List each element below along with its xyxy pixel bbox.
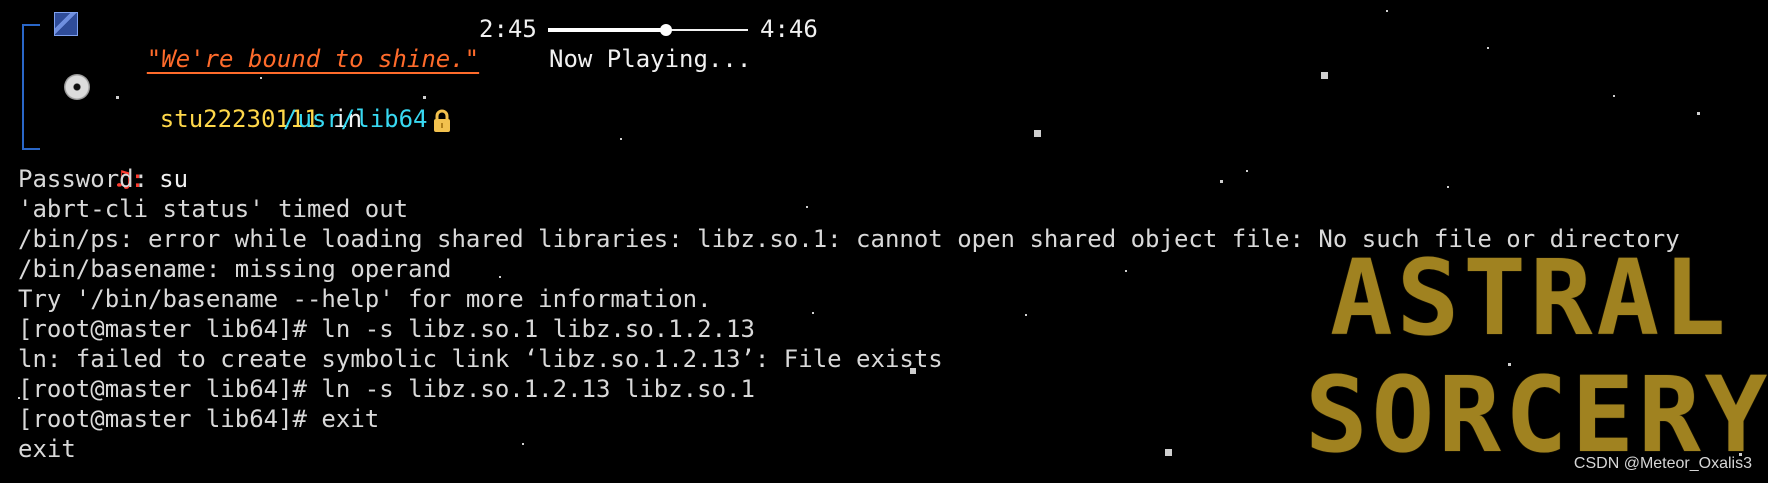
player-elapsed: 2:45 (479, 15, 537, 43)
watermark-line-1: ASTRAL (1330, 237, 1730, 359)
terminal-output-line: Password: (18, 165, 149, 193)
terminal-output-line: ln: failed to create symbolic link ‘libz… (18, 345, 943, 373)
terminal-output-line: [root@master lib64]# ln -s libz.so.1.2.1… (18, 375, 755, 403)
star-dot (1613, 95, 1615, 97)
progress-knob[interactable] (660, 24, 672, 36)
prompt-path: /usr/lib64 (283, 105, 428, 133)
star-dot (1321, 72, 1328, 79)
star-dot (1487, 47, 1489, 49)
star-dot (806, 206, 808, 208)
star-dot (1034, 130, 1041, 137)
star-dot (1025, 314, 1027, 316)
player-total: 4:46 (760, 15, 818, 43)
star-dot (1447, 186, 1449, 188)
lock-icon (434, 109, 450, 132)
credit-text: CSDN @Meteor_Oxalis3 (1573, 455, 1752, 472)
space-badge-icon (54, 12, 78, 36)
disc-icon (64, 74, 90, 100)
star-dot (1125, 270, 1127, 272)
terminal-output-line: 'abrt-cli status' timed out (18, 195, 409, 223)
terminal-output-line: Try '/bin/basename --help' for more info… (18, 285, 712, 313)
star-dot (1165, 449, 1172, 456)
terminal-output-line: /bin/basename: missing operand (18, 255, 452, 283)
terminal-output-line: exit (18, 435, 76, 463)
playback-progress-bar[interactable] (548, 24, 748, 36)
progress-fill (548, 28, 666, 32)
star-dot (522, 443, 524, 445)
star-dot (1697, 112, 1700, 115)
watermark-line-2: SORCERY (1305, 354, 1768, 476)
star-dot (499, 276, 501, 278)
prompt-frame (22, 24, 40, 150)
prompt-command: su (159, 165, 189, 193)
now-playing-text: Now Playing... (549, 45, 752, 73)
star-dot (1220, 180, 1223, 183)
terminal-window[interactable]: "We're bound to shine." 2:45 4:46 Now Pl… (0, 0, 1768, 483)
status-quote: "We're bound to shine." (146, 45, 480, 73)
terminal-output-line: [root@master lib64]# exit (18, 405, 380, 433)
star-dot (1246, 170, 1248, 172)
terminal-output-line: [root@master lib64]# ln -s libz.so.1 lib… (18, 315, 755, 343)
star-dot (620, 138, 622, 140)
star-dot (812, 312, 814, 314)
star-dot (1386, 10, 1388, 12)
